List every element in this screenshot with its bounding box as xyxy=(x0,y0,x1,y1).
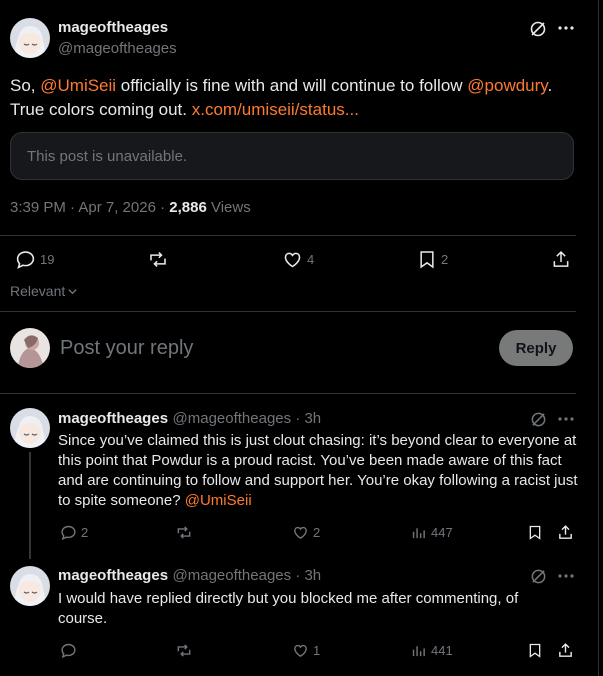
bookmark-action[interactable] xyxy=(527,524,543,541)
repost-action[interactable] xyxy=(175,642,193,659)
like-count: 1 xyxy=(313,643,321,658)
repost-icon xyxy=(175,642,193,659)
divider xyxy=(0,311,576,312)
reply-icon xyxy=(15,249,36,270)
reply-count: 19 xyxy=(40,252,55,267)
share-icon xyxy=(557,524,574,541)
analytics-icon xyxy=(410,524,427,541)
like-action[interactable]: 4 xyxy=(282,249,314,270)
bookmark-count: 2 xyxy=(441,252,449,267)
repost-action[interactable] xyxy=(175,524,193,541)
divider xyxy=(0,235,576,236)
heart-icon xyxy=(292,642,309,659)
my-avatar[interactable] xyxy=(10,328,50,368)
status-link[interactable]: x.com/umiseii/status... xyxy=(192,100,359,119)
reply-count: 2 xyxy=(81,525,89,540)
reply-author-name[interactable]: mageoftheages xyxy=(58,410,168,427)
reply-action[interactable] xyxy=(60,642,77,659)
more-options-icon[interactable] xyxy=(558,25,574,31)
mention-powdury[interactable]: @powdury xyxy=(467,76,547,95)
heart-icon xyxy=(282,249,303,270)
author-handle[interactable]: @mageoftheages xyxy=(58,40,177,57)
bookmark-icon xyxy=(527,642,543,659)
repost-icon xyxy=(147,249,169,270)
post-timestamp[interactable]: 3:39 PM · Apr 7, 2026 · xyxy=(10,199,169,216)
share-icon xyxy=(557,642,574,659)
quote-unavailable-text: This post is unavailable. xyxy=(27,148,188,165)
bookmark-icon xyxy=(417,249,437,270)
like-count: 2 xyxy=(313,525,321,540)
share-action[interactable] xyxy=(551,249,571,270)
mention-umiseii[interactable]: @UmiSeii xyxy=(40,76,116,95)
like-action[interactable]: 1 xyxy=(292,642,320,659)
views-action[interactable]: 441 xyxy=(410,642,453,659)
heart-icon xyxy=(292,524,309,541)
views-action[interactable]: 447 xyxy=(410,524,453,541)
reply-action[interactable]: 2 xyxy=(60,524,88,541)
grok-icon[interactable] xyxy=(529,20,547,38)
views-label: Views xyxy=(206,199,251,216)
author-name[interactable]: mageoftheages xyxy=(58,19,168,36)
reply-action[interactable]: 19 xyxy=(15,249,54,270)
reply-header: mageoftheages @mageoftheages · 3h xyxy=(58,567,321,585)
post-text-part: . xyxy=(547,76,553,95)
reply-author-handle[interactable]: @mageoftheages · 3h xyxy=(173,410,322,427)
share-icon xyxy=(551,249,571,270)
post-text-part: True colors coming out. xyxy=(10,100,192,119)
views-count: 2,886 xyxy=(169,199,207,216)
thread-line xyxy=(29,452,31,559)
mention-umiseii[interactable]: @UmiSeii xyxy=(185,492,252,509)
bookmark-action[interactable]: 2 xyxy=(417,249,448,270)
sort-label: Relevant xyxy=(10,283,66,299)
like-action[interactable]: 2 xyxy=(292,524,320,541)
reply-text: I would have replied directly but you bl… xyxy=(58,590,519,627)
bookmark-icon xyxy=(527,524,543,541)
reply-icon xyxy=(60,524,77,541)
like-count: 4 xyxy=(307,252,315,267)
reply-text: Since you’ve claimed this is just clout … xyxy=(58,431,583,511)
chevron-down-icon xyxy=(67,286,78,297)
divider xyxy=(0,393,576,394)
post-meta: 3:39 PM · Apr 7, 2026 · 2,886 Views xyxy=(10,199,251,216)
grok-icon[interactable] xyxy=(530,568,547,585)
more-options-icon[interactable] xyxy=(558,573,574,579)
author-avatar[interactable] xyxy=(10,18,50,58)
reply-button-label: Reply xyxy=(515,339,557,357)
views-count: 447 xyxy=(431,525,453,540)
reply-avatar[interactable] xyxy=(10,566,50,606)
reply-author-handle[interactable]: @mageoftheages · 3h xyxy=(173,567,322,584)
reply-input[interactable]: Post your reply xyxy=(60,337,193,360)
post-text: So, @UmiSeii officially is fine with and… xyxy=(10,74,585,122)
reply-header: mageoftheages @mageoftheages · 3h xyxy=(58,410,321,428)
post-text-part: So, xyxy=(10,76,41,95)
share-action[interactable] xyxy=(557,524,574,541)
reply-author-name[interactable]: mageoftheages xyxy=(58,567,168,584)
more-options-icon[interactable] xyxy=(558,416,574,422)
reply-icon xyxy=(60,642,77,659)
repost-icon xyxy=(175,524,193,541)
share-action[interactable] xyxy=(557,642,574,659)
sort-dropdown[interactable]: Relevant xyxy=(10,283,78,299)
bookmark-action[interactable] xyxy=(527,642,543,659)
post-text-part: officially is fine with and will continu… xyxy=(116,76,468,95)
reply-avatar[interactable] xyxy=(10,408,50,448)
column-border xyxy=(598,0,599,676)
repost-action[interactable] xyxy=(147,249,169,270)
quote-unavailable-box: This post is unavailable. xyxy=(10,132,574,180)
views-count: 441 xyxy=(431,643,453,658)
grok-icon[interactable] xyxy=(530,411,547,428)
reply-text-body: Since you’ve claimed this is just clout … xyxy=(58,432,578,509)
reply-button[interactable]: Reply xyxy=(499,330,573,366)
analytics-icon xyxy=(410,642,427,659)
